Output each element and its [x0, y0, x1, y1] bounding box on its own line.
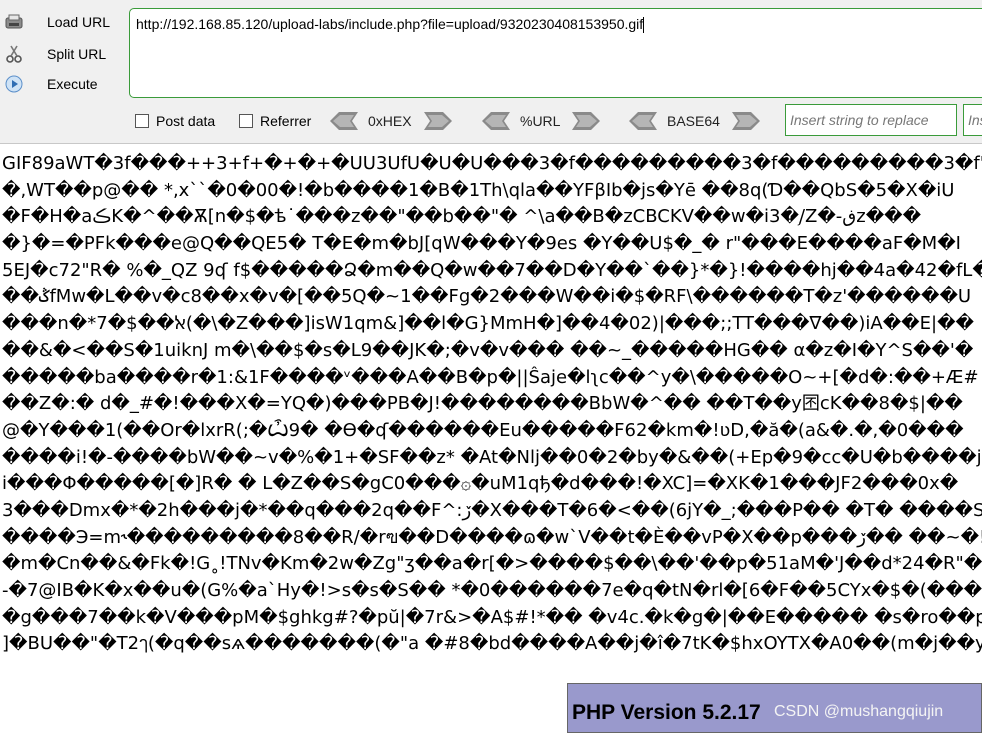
base64-decode-arrow-icon[interactable] [629, 112, 657, 130]
binary-line: 3���Dmx�*�2h���j�*��q���2q��F^:ڒ�X���T�6… [2, 499, 982, 521]
url-encode-arrow-icon[interactable] [572, 112, 601, 130]
hex-decode-arrow-icon[interactable] [330, 112, 358, 130]
load-url-label: Load URL [47, 14, 111, 30]
binary-line: ]�BU��"�T2ๅ(�q��sѧ�������(�"a �#8�bd����… [2, 633, 982, 655]
base64-encoder: BASE64 [629, 110, 760, 132]
load-url-button[interactable]: Load URL [0, 8, 124, 36]
url-input[interactable]: http://192.168.85.120/upload-labs/includ… [129, 8, 982, 98]
base64-encode-arrow-icon[interactable] [731, 112, 760, 130]
binary-line: ��ݣfMw�L��v�c8��x�v�[��5Q�~1��Fg�2���W��… [2, 286, 972, 308]
php-version-title: PHP Version 5.2.17 [572, 701, 761, 724]
binary-line: GIF89aWT�3f���++3+f+�+�+�UU3UfU�U�U���3�… [2, 153, 982, 174]
post-data-label: Post data [156, 113, 216, 129]
binary-line: �g���7��k�V���pM�$ghkg#?�pŭ|�7r&>�A$#!*�… [2, 606, 982, 628]
execute-button[interactable]: Execute [0, 70, 124, 98]
url-encoder: %URL [482, 110, 601, 132]
binary-line: �m�Cn��&�Fk�!G˳!TNv�Km�2w�Zg"ʒ��a�r[�>��… [2, 553, 982, 575]
binary-line: ���n�*7�$��ﭏ(�\�Z���]isW1qm&]��l�G}MmH�]… [2, 313, 974, 335]
binary-line: ����Э=m˞���������8��R/�rฃ��D����ɷ�w`V��t… [2, 526, 982, 548]
binary-line: �}�=�PFk���e@Q��QE5� T�E�m�bJ[qW���Y�9es… [2, 233, 961, 255]
binary-line: -�7@IB�K�x��u�(G%�a`Hy�!>s�s�S�� *�0����… [2, 580, 982, 601]
referrer-box[interactable] [239, 114, 253, 128]
execute-icon [3, 73, 25, 95]
referrer-checkbox[interactable]: Referrer [239, 112, 311, 130]
url-value: http://192.168.85.120/upload-labs/includ… [136, 16, 644, 32]
hex-encode-arrow-icon[interactable] [423, 112, 452, 130]
url-decode-arrow-icon[interactable] [482, 112, 510, 130]
post-data-box[interactable] [135, 114, 149, 128]
binary-line: �F�H�aڪK�^��Ѫ[n�$�ѣ˙���z��"��b��"� ^\a��… [2, 206, 922, 228]
split-url-label: Split URL [47, 46, 107, 62]
binary-line: ����i!�-����bW��~v�%�1+�SF��z* �At�Nlj��… [2, 446, 982, 468]
post-data-checkbox[interactable]: Post data [135, 112, 215, 130]
binary-content: GIF89aWT�3f���++3+f+�+�+�UU3UfU�U�U���3�… [2, 151, 982, 686]
split-url-icon [3, 43, 25, 65]
watermark: CSDN @mushangqiujin [774, 703, 944, 720]
text-caret [643, 17, 645, 34]
replace-string-input[interactable]: Insert string to replace [785, 104, 957, 136]
binary-line: �����ba����r�1:&1F����ᵛ���A��B�p�||Ŝaje�… [2, 366, 979, 388]
binary-line: �,WT��p@�� *,x``�0�00�!�b����1�B�1Th\qla… [2, 179, 955, 201]
replace-with-input[interactable]: Ins [963, 104, 982, 136]
replace-with-placeholder: Ins [968, 112, 982, 128]
binary-line: i���Φ�����[�]R� � L�Z��S�gC0���۞�uM1qђ�d… [2, 473, 959, 495]
referrer-label: Referrer [260, 113, 312, 129]
hex-label: 0xHEX [368, 113, 412, 129]
replace-string-placeholder: Insert string to replace [790, 112, 929, 128]
split-url-button[interactable]: Split URL [0, 40, 124, 68]
hackbar-toolbar: Load URL Split URL Execute http://192.16… [0, 0, 982, 144]
binary-line: @�Y���1(��Or�lxrR(;�Ѽ9� �Ѳ�ʠ������Eu����… [2, 419, 964, 441]
url-enc-label: %URL [520, 113, 561, 129]
base64-label: BASE64 [667, 113, 720, 129]
execute-label: Execute [47, 76, 98, 92]
binary-line: 5EJ�c72"R� %�_QZ 9ʠ f$�����Ձ�m��Q�w��7��… [2, 259, 982, 281]
binary-line: ��Z�:� d�_#�!���X�=YQ�)���PB�J!��������B… [2, 393, 963, 415]
hex-encoder: 0xHEX [330, 110, 452, 132]
load-url-icon [3, 11, 25, 33]
binary-line: ��&�<��S�1uiknJ m�\��$�s�L9��JK�;�v�v���… [2, 339, 974, 361]
